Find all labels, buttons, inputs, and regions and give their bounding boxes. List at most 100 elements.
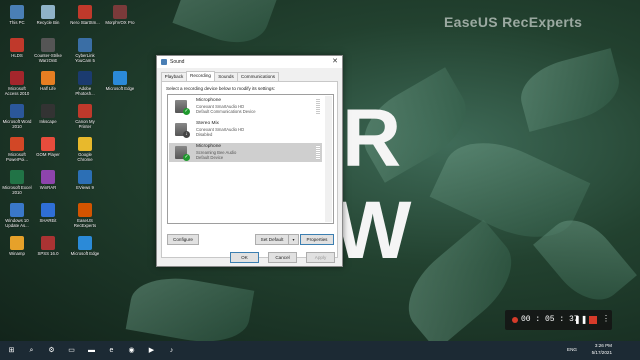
desktop-shortcut[interactable]: MorphVOX Pro xyxy=(105,5,135,25)
desktop-shortcut[interactable]: Half Life xyxy=(33,71,63,91)
hlds-icon xyxy=(10,38,24,52)
more-options-icon[interactable]: ⋮ xyxy=(602,314,610,323)
device-item[interactable]: ↓ Stereo Mix Conexant SmartAudio HD Disa… xyxy=(169,120,322,139)
chrome-icon[interactable]: ◉ xyxy=(126,345,137,356)
desktop-shortcut[interactable]: Adobe Photosh... xyxy=(70,71,100,96)
edge-icon[interactable]: e xyxy=(106,345,117,356)
desktop-shortcut[interactable]: GOM Player xyxy=(33,137,63,157)
desktop-shortcut[interactable]: Microsoft Access 2010 xyxy=(2,71,32,96)
desktop-shortcut[interactable]: Microsoft Edge xyxy=(70,236,100,256)
desktop-shortcut[interactable]: CyberLink YouCam 5 xyxy=(70,38,100,63)
access-icon xyxy=(10,71,24,85)
shortcut-label: HLDS xyxy=(11,53,23,58)
desktop-shortcut[interactable]: Microsoft Excel 2010 xyxy=(2,170,32,195)
properties-button[interactable]: Properties xyxy=(300,234,334,245)
desktop-shortcut[interactable]: Windows 10 Update As... xyxy=(2,203,32,228)
photoshop-icon xyxy=(78,71,92,85)
cancel-button[interactable]: Cancel xyxy=(268,252,297,263)
desktop-shortcut[interactable]: Counter-Strike WarzOnE xyxy=(33,38,63,63)
title-bar[interactable]: Sound ✕ xyxy=(157,56,342,68)
background-letter: W xyxy=(334,185,412,276)
desktop-shortcut[interactable]: Microsoft Edge xyxy=(105,71,135,91)
clock-date[interactable]: 5/17/2021 xyxy=(572,350,612,355)
canon-icon xyxy=(78,104,92,118)
desktop-shortcut[interactable]: SHAREit xyxy=(33,203,63,223)
shortcut-label: Adobe Photosh... xyxy=(75,86,95,96)
desktop-shortcut[interactable]: Recycle Bin xyxy=(33,5,63,25)
spss-icon xyxy=(41,236,55,250)
dialog-title: Sound xyxy=(170,59,185,65)
counter-strike-icon xyxy=(41,38,55,52)
task-view-icon[interactable]: ▭ xyxy=(66,345,77,356)
device-status: Default Communications Device xyxy=(196,109,256,114)
pause-icon[interactable]: ❚❚ xyxy=(574,315,587,324)
leaf-decoration xyxy=(513,48,627,132)
desktop-shortcut[interactable]: Inkscape xyxy=(33,104,63,124)
background-letter: R xyxy=(342,93,402,184)
tab-communications[interactable]: Communications xyxy=(237,72,279,81)
start-icon[interactable]: ⊞ xyxy=(6,345,17,356)
tab-playback[interactable]: Playback xyxy=(161,72,187,81)
winamp-icon xyxy=(10,236,24,250)
shortcut-label: Nero StartSm... xyxy=(70,20,100,25)
settings-icon[interactable]: ⚙ xyxy=(46,345,57,356)
desktop-shortcut[interactable]: HLDS xyxy=(2,38,32,58)
shortcut-label: WinRAR xyxy=(39,185,57,190)
search-icon[interactable]: ⌕ xyxy=(26,345,37,356)
file-explorer-icon[interactable]: ▬ xyxy=(86,345,97,356)
chrome-icon xyxy=(78,137,92,151)
instruction-text: Select a recording device below to modif… xyxy=(166,86,276,91)
device-status: Disabled xyxy=(196,132,213,137)
shortcut-label: Google Chrome xyxy=(77,152,93,162)
stop-icon[interactable] xyxy=(589,316,597,324)
shortcut-label: Microsoft Excel 2010 xyxy=(2,185,32,195)
apply-button[interactable]: Apply xyxy=(306,252,335,263)
device-item[interactable]: ✓ Microphone Conexant SmartAudio HD Defa… xyxy=(169,97,322,116)
shortcut-label: This PC xyxy=(9,20,25,25)
desktop-shortcut[interactable]: This PC xyxy=(2,5,32,25)
shareit-icon xyxy=(41,203,55,217)
tab-recording[interactable]: Recording xyxy=(186,71,215,81)
default-check-icon: ✓ xyxy=(183,154,190,161)
level-meter xyxy=(316,99,320,114)
ok-button[interactable]: OK xyxy=(230,252,259,263)
sound-dialog: Sound ✕ Playback Recording Sounds Commun… xyxy=(156,55,343,267)
desktop-shortcut[interactable]: Nero StartSm... xyxy=(70,5,100,25)
media-icon[interactable]: ▶ xyxy=(146,345,157,356)
default-check-icon: ✓ xyxy=(183,108,190,115)
desktop-shortcut[interactable]: Google Chrome xyxy=(70,137,100,162)
word-icon xyxy=(10,104,24,118)
device-item-selected[interactable]: ✓ Microphone Screaming Bee Audio Default… xyxy=(169,143,322,162)
shortcut-label: Inkscape xyxy=(39,119,57,124)
shortcut-label: Recycle Bin xyxy=(36,20,60,25)
shortcut-label: MorphVOX Pro xyxy=(105,20,135,25)
youcam-icon xyxy=(78,38,92,52)
close-button[interactable]: ✕ xyxy=(328,56,342,68)
watermark: EaseUS RecExperts xyxy=(444,14,583,30)
desktop-shortcut[interactable]: Winamp xyxy=(2,236,32,256)
recording-panel: Select a recording device below to modif… xyxy=(161,81,338,258)
device-name: Microphone xyxy=(196,144,222,149)
chevron-down-icon[interactable]: ▾ xyxy=(288,234,299,245)
desktop-shortcut[interactable]: Canon My Printer xyxy=(70,104,100,129)
edge-icon xyxy=(113,71,127,85)
configure-button[interactable]: Configure xyxy=(167,234,199,245)
tab-sounds[interactable]: Sounds xyxy=(214,72,238,81)
desktop-shortcut[interactable]: Microsoft PowerPoi... xyxy=(2,137,32,162)
clock-time[interactable]: 3:26 PM xyxy=(572,343,612,348)
leaf-decoration xyxy=(172,0,278,54)
scrollbar[interactable] xyxy=(325,96,332,222)
sound-app-icon[interactable]: ♪ xyxy=(166,345,177,356)
half-life-icon xyxy=(41,71,55,85)
speaker-icon xyxy=(161,59,167,65)
desktop-shortcut[interactable]: SPSS 16.0 xyxy=(33,236,63,256)
windows-update-icon xyxy=(10,203,24,217)
set-default-button[interactable]: Set Default xyxy=(255,234,288,245)
shortcut-label: EViews 9 xyxy=(76,185,94,190)
desktop-shortcut[interactable]: Microsoft Word 2010 xyxy=(2,104,32,129)
shortcut-label: Microsoft PowerPoi... xyxy=(6,152,28,162)
excel-icon xyxy=(10,170,24,184)
desktop-shortcut[interactable]: EaseUS RecExperts xyxy=(70,203,100,228)
desktop-shortcut[interactable]: WinRAR xyxy=(33,170,63,190)
desktop-shortcut[interactable]: EViews 9 xyxy=(70,170,100,190)
